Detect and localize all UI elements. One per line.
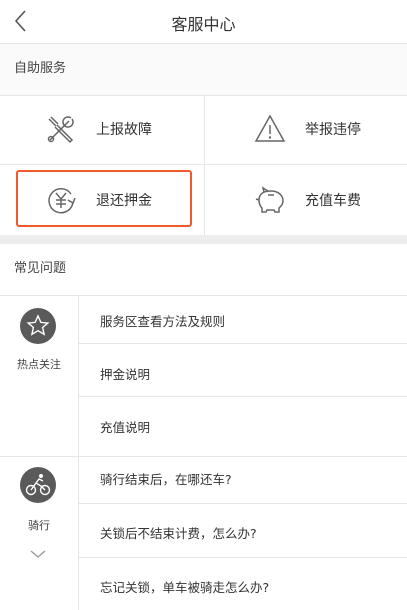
category-label: 骑行 <box>28 519 50 532</box>
warning-triangle-icon <box>254 114 286 142</box>
wrench-screwdriver-icon <box>47 116 74 144</box>
recharge-button[interactable]: 充值车费 <box>205 166 407 235</box>
report-parking-label: 举报违停 <box>305 122 361 138</box>
faq-question[interactable]: 关锁后不结束计费，怎么办? <box>100 523 257 542</box>
row-divider <box>79 503 407 504</box>
category-label: 热点关注 <box>17 358 61 371</box>
report-parking-button[interactable]: 举报违停 <box>205 95 407 164</box>
category-riding[interactable]: 骑行 <box>0 457 78 610</box>
page-title: 客服中心 <box>171 15 236 34</box>
faq-question[interactable]: 押金说明 <box>100 364 150 383</box>
category-hot-topics[interactable]: 热点关注 <box>0 296 78 457</box>
grid-divider-horizontal <box>0 164 407 165</box>
row-divider <box>79 557 407 558</box>
faq-question[interactable]: 忘记关锁，单车被骑走怎么办? <box>100 577 269 596</box>
top-bar: 客服中心 <box>0 0 407 44</box>
row-divider <box>79 396 407 397</box>
faq-question[interactable]: 充值说明 <box>100 417 150 436</box>
grid-divider-vertical <box>204 95 205 235</box>
report-fault-label: 上报故障 <box>96 122 152 138</box>
chevron-down-icon[interactable] <box>30 549 46 559</box>
refund-highlight-box <box>16 170 192 227</box>
self-service-heading: 自助服务 <box>14 61 67 76</box>
star-icon <box>20 308 56 344</box>
piggy-bank-icon <box>255 186 284 213</box>
bike-rider-icon <box>20 467 56 503</box>
section-gap <box>0 235 407 244</box>
row-divider <box>79 456 407 457</box>
faq-heading: 常见问题 <box>14 261 67 276</box>
faq-question[interactable]: 服务区查看方法及规则 <box>100 311 225 330</box>
report-fault-button[interactable]: 上报故障 <box>0 95 203 164</box>
recharge-label: 充值车费 <box>305 193 361 209</box>
faq-question[interactable]: 骑行结束后，在哪还车? <box>100 469 232 488</box>
row-divider <box>79 343 407 344</box>
